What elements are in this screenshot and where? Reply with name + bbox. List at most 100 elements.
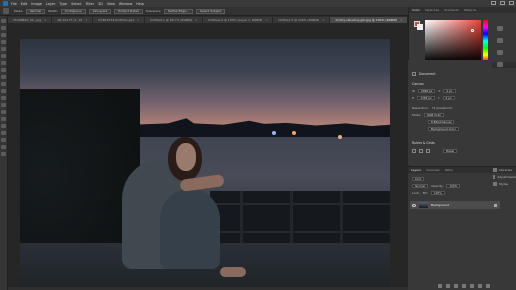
menu-select[interactable]: Select: [71, 2, 81, 6]
color-picker-cursor[interactable]: [471, 29, 474, 32]
libraries-icon[interactable]: [497, 26, 503, 31]
quick-selection-tool-icon[interactable]: [3, 8, 9, 14]
shape-tool-icon[interactable]: [1, 138, 6, 142]
menu-window[interactable]: Window: [119, 2, 132, 6]
menu-filter[interactable]: Filter: [86, 2, 94, 6]
path-select-tool-icon[interactable]: [1, 131, 6, 135]
healing-tool-icon[interactable]: [1, 61, 6, 65]
lasso-tool-icon[interactable]: [1, 33, 6, 37]
tab-swatches[interactable]: Swatches: [425, 8, 439, 12]
kind-filter-dropdown[interactable]: Kind: [412, 176, 425, 181]
move-tool-icon[interactable]: [1, 19, 6, 23]
units-dropdown[interactable]: Pixels: [443, 149, 457, 153]
mode-dropdown[interactable]: Normal: [26, 8, 46, 14]
delete-layer-icon[interactable]: [486, 284, 490, 288]
close-icon[interactable]: [509, 1, 514, 5]
brush-tool-icon[interactable]: [1, 68, 6, 72]
eraser-tool-icon[interactable]: [1, 89, 6, 93]
contiguous-checkbox[interactable]: Contiguous: [60, 8, 86, 14]
refine-edge-button[interactable]: Refine Edge...: [164, 8, 193, 14]
tools-panel: [0, 16, 8, 290]
bit-depth-dropdown[interactable]: 8 Bits/Channel: [428, 120, 455, 124]
close-tab-icon[interactable]: ×: [322, 18, 325, 22]
color-field[interactable]: [425, 20, 481, 62]
hand-tool-icon[interactable]: [1, 145, 6, 149]
blend-mode-dropdown[interactable]: Normal: [412, 183, 429, 188]
adjustments-icon[interactable]: [497, 38, 503, 43]
y-input[interactable]: 0 px: [442, 96, 455, 100]
tab-gradients[interactable]: Gradients: [444, 8, 459, 12]
grid-icon[interactable]: [419, 149, 423, 153]
rulers-row: Pixels: [412, 149, 457, 153]
menu-edit[interactable]: Edit: [21, 2, 28, 6]
close-tab-icon[interactable]: ×: [44, 18, 47, 22]
crop-tool-icon[interactable]: [1, 47, 6, 51]
close-tab-icon[interactable]: ×: [400, 18, 403, 22]
link-layers-icon[interactable]: [438, 284, 442, 288]
w-label: W: [412, 89, 415, 93]
blur-tool-icon[interactable]: [1, 103, 6, 107]
x-input[interactable]: 0 px: [443, 89, 456, 93]
close-tab-icon[interactable]: ×: [195, 18, 198, 22]
type-tool-icon[interactable]: [1, 124, 6, 128]
eyedropper-tool-icon[interactable]: [1, 54, 6, 58]
width-label: Width:: [48, 9, 58, 13]
opacity-input[interactable]: 100%: [446, 183, 461, 188]
lock-label: Lock:: [412, 190, 420, 195]
adjustment-layer-icon[interactable]: [462, 284, 466, 288]
fill-input[interactable]: 100%: [430, 190, 445, 195]
ruler-icon[interactable]: [412, 149, 416, 153]
menu-type[interactable]: Type: [59, 2, 67, 6]
stamp-tool-icon[interactable]: [1, 75, 6, 79]
close-tab-icon[interactable]: ×: [265, 18, 268, 22]
close-tab-icon[interactable]: ×: [85, 18, 88, 22]
visibility-eye-icon[interactable]: [412, 203, 416, 207]
document-image[interactable]: [20, 39, 390, 290]
side-panel-label: Styles: [499, 182, 509, 186]
menu-view[interactable]: View: [107, 2, 115, 6]
fill-dropdown[interactable]: Background Color: [428, 127, 459, 131]
history-icon[interactable]: [497, 62, 503, 67]
new-layer-icon[interactable]: [478, 284, 482, 288]
dodge-tool-icon[interactable]: [1, 110, 6, 114]
add-mask-icon[interactable]: [454, 284, 458, 288]
layer-row-background[interactable]: Background: [410, 201, 500, 209]
menu-help[interactable]: Help: [136, 2, 144, 6]
menu-layer[interactable]: Layer: [46, 2, 55, 6]
layer-style-icon[interactable]: [446, 284, 450, 288]
tab-patterns[interactable]: Patterns: [464, 8, 476, 12]
mode-dropdown[interactable]: RGB Color: [424, 113, 445, 117]
minimize-icon[interactable]: [491, 1, 496, 5]
guides-icon[interactable]: [426, 149, 430, 153]
opacity-label: Opacity:: [431, 183, 444, 188]
gradient-tool-icon[interactable]: [1, 96, 6, 100]
maximize-icon[interactable]: [500, 1, 505, 5]
new-group-icon[interactable]: [470, 284, 474, 288]
hue-slider[interactable]: [483, 20, 488, 62]
all-layers-checkbox[interactable]: All Layers: [88, 8, 112, 14]
height-input[interactable]: 1365 px: [417, 96, 435, 100]
zoom-tool-icon[interactable]: [1, 152, 6, 156]
styles-icon[interactable]: [497, 50, 503, 55]
adjustments-icon: [493, 175, 496, 179]
canvas-area[interactable]: [8, 23, 408, 290]
close-tab-icon[interactable]: ×: [137, 18, 140, 22]
width-input[interactable]: 2048 px: [417, 89, 436, 93]
pen-tool-icon[interactable]: [1, 117, 6, 121]
background-color-swatch[interactable]: [417, 24, 423, 30]
tab-color[interactable]: Color: [412, 8, 420, 12]
side-panel-libraries[interactable]: Libraries: [493, 168, 516, 172]
tab-paths[interactable]: Paths: [445, 168, 453, 172]
tab-channels[interactable]: Channels: [426, 168, 440, 172]
menu-3d[interactable]: 3D: [98, 2, 103, 6]
history-brush-icon[interactable]: [1, 82, 6, 86]
marquee-tool-icon[interactable]: [1, 26, 6, 30]
tab-layers[interactable]: Layers: [411, 168, 421, 172]
menu-image[interactable]: Image: [31, 2, 42, 6]
protect-detail-checkbox[interactable]: Protect Detail: [114, 8, 143, 14]
select-subject-button[interactable]: Select Subject: [195, 8, 226, 14]
side-panel-adjustments[interactable]: Adjustments: [493, 175, 516, 179]
side-panel-styles[interactable]: Styles: [493, 182, 516, 186]
quick-select-tool-icon[interactable]: [1, 40, 6, 44]
menu-file[interactable]: File: [11, 2, 17, 6]
